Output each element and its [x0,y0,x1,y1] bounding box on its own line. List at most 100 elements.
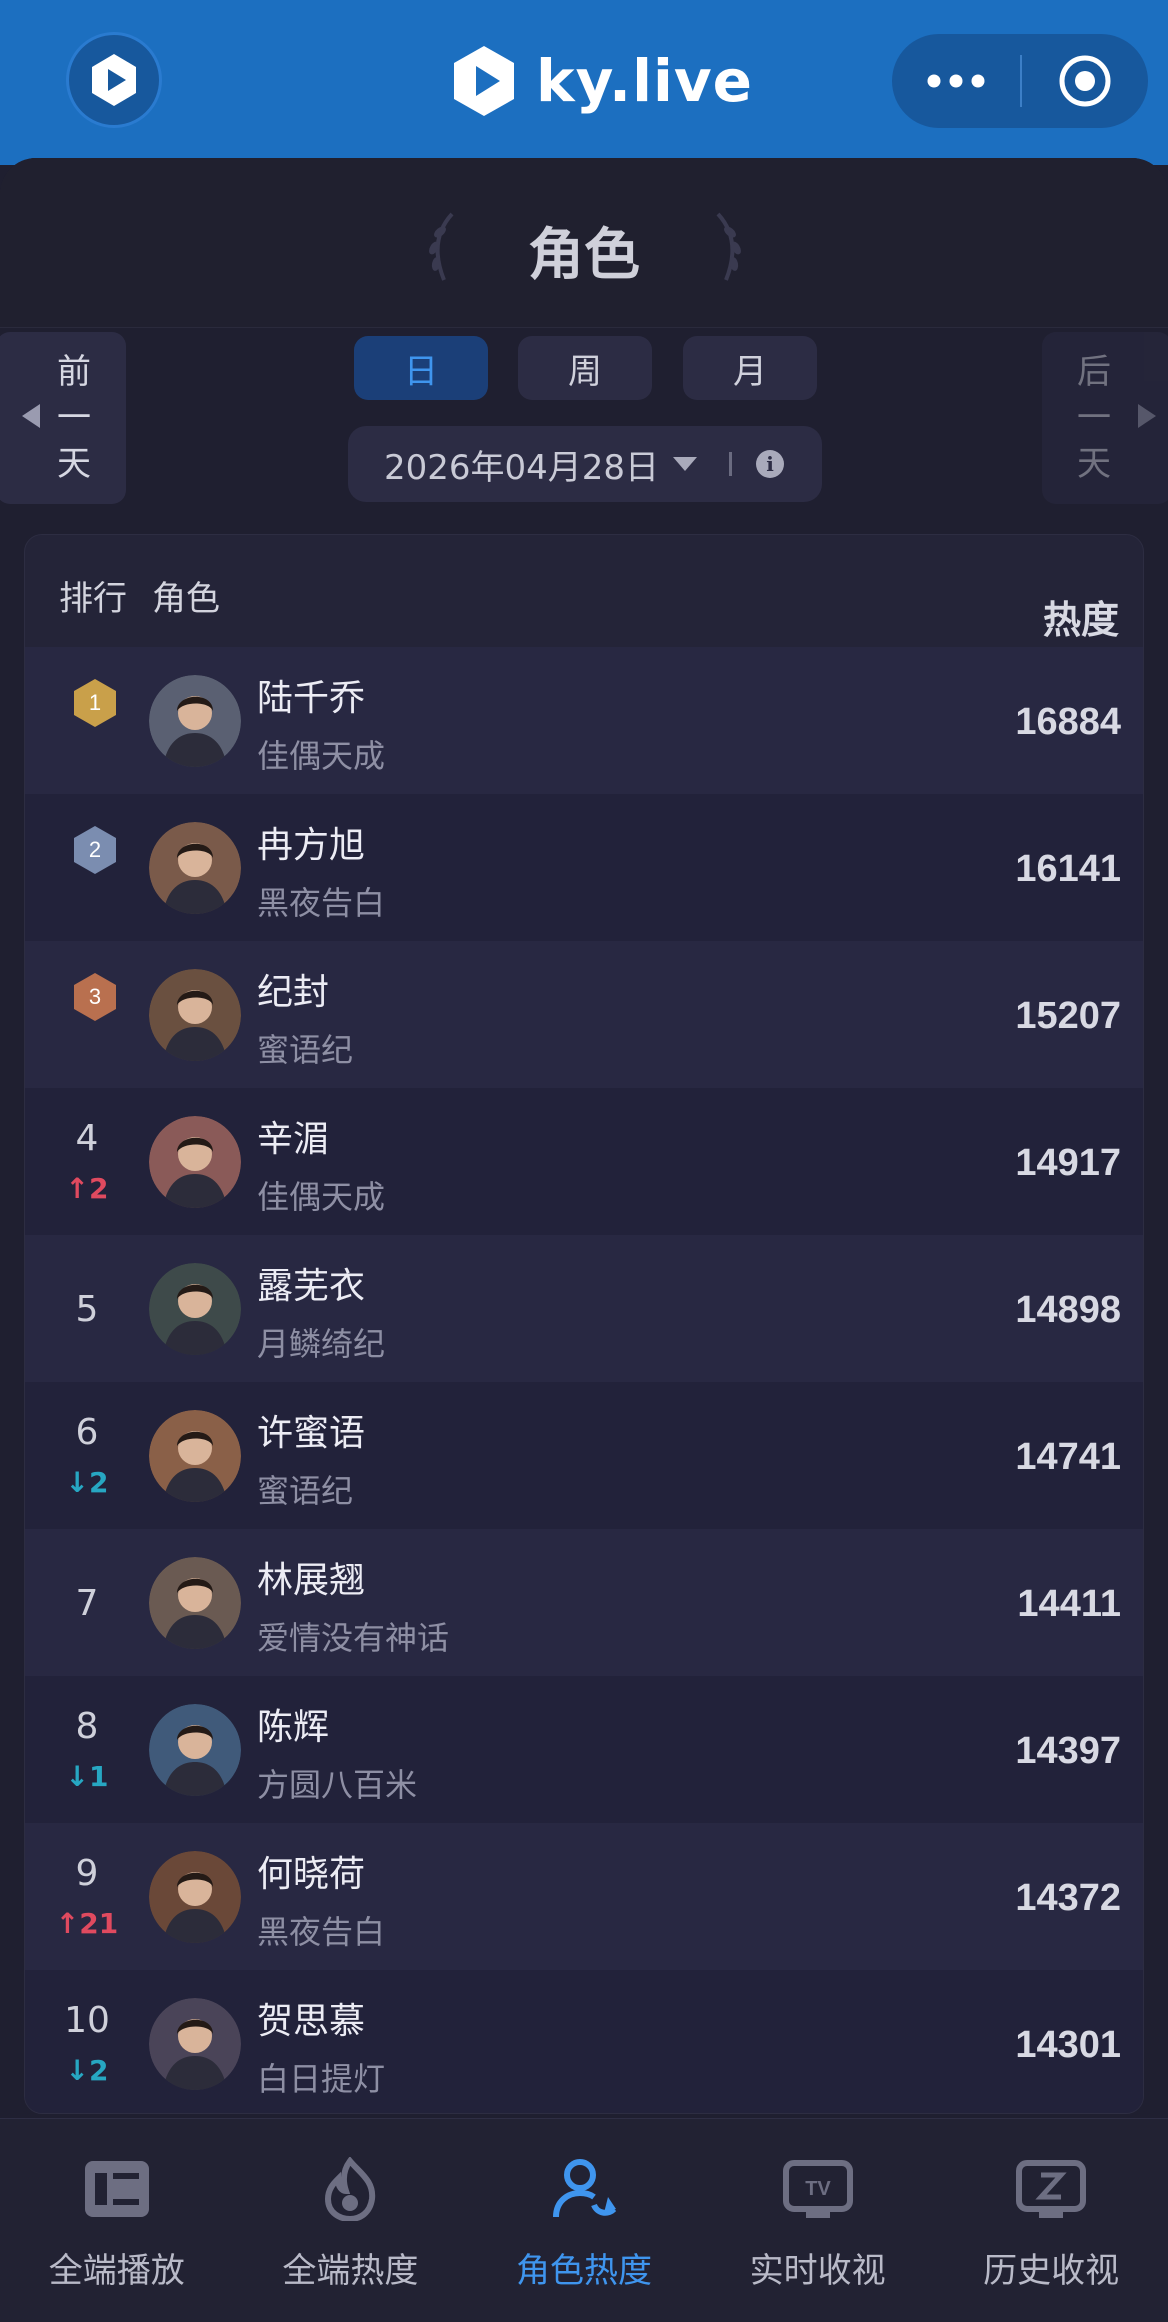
next-day-label: 后 一 天 [1074,349,1114,487]
prev-day-char: 天 [57,444,91,484]
drama-title: 佳偶天成 [257,737,386,775]
person-avatar-icon [149,822,241,914]
tab-day[interactable]: 日 [354,336,488,400]
person-refresh-icon [552,2159,617,2218]
brand-logo: ky.live [450,42,753,120]
avatar[interactable] [149,675,241,767]
rank-number: 10 [64,2000,110,2041]
table-row[interactable]: 7 林展翘 爱情没有神话 14411 [25,1529,1143,1676]
heat-value: 16141 [1015,848,1121,890]
ky-logo-icon [454,46,514,116]
drama-title: 月鳞绮纪 [257,1325,386,1363]
date-divider [729,452,733,476]
person-avatar-icon [149,1557,241,1649]
nav-label: 实时收视 [749,2251,886,2291]
drama-title: 方圆八百米 [257,1766,418,1804]
next-day-char: 天 [1077,444,1111,484]
app-home-button[interactable] [66,32,162,128]
avatar[interactable] [149,969,241,1061]
date-value: 2026年04月28日 [384,447,660,488]
play-stats-icon [84,2161,149,2217]
drama-title: 白日提灯 [257,2060,386,2098]
table-row[interactable]: 5 露芜衣 月鳞绮纪 14898 [25,1235,1143,1382]
rank-number: 4 [75,1118,99,1159]
next-day-char: 一 [1077,398,1111,438]
role-name: 纪封 [257,972,330,1013]
avatar[interactable] [149,1851,241,1943]
header-heat: 热度 [1042,600,1119,642]
history-tv-icon [1016,2160,1087,2218]
page-title: 角色 [528,223,640,288]
date-picker[interactable]: 2026年04月28日 i [348,426,822,502]
table-row[interactable]: 1 陆千乔 佳偶天成 16884 [25,647,1143,794]
rank-change-up: ↑2 [55,1172,119,1205]
person-avatar-icon [149,1116,241,1208]
close-button[interactable] [1022,34,1148,128]
arrow-down-icon: ↓ [65,1466,89,1499]
nav-history-rating[interactable]: 历史收视 [934,2119,1168,2322]
nav-realtime-rating[interactable]: TV 实时收视 [701,2119,935,2322]
role-name: 陈辉 [257,1707,330,1748]
nav-role-heat[interactable]: 角色热度 [467,2119,701,2322]
nav-label: 历史收视 [983,2251,1120,2291]
avatar[interactable] [149,1263,241,1355]
person-avatar-icon [149,1263,241,1355]
person-avatar-icon [149,675,241,767]
rank-change-value: 2 [88,1466,109,1499]
arrow-up-icon: ↑ [65,1172,89,1205]
drama-title: 蜜语纪 [257,1472,354,1510]
rank-change-down: ↓2 [55,2054,119,2087]
person-avatar-icon [149,969,241,1061]
table-row[interactable]: 6 ↓2 许蜜语 蜜语纪 14741 [25,1382,1143,1529]
header-role: 角色 [152,579,220,619]
person-avatar-icon [149,1704,241,1796]
arrow-down-icon: ↓ [65,1760,89,1793]
nav-all-play[interactable]: 全端播放 [0,2119,234,2322]
table-row[interactable]: 2 冉方旭 黑夜告白 16141 [25,794,1143,941]
nav-label: 全端播放 [48,2251,185,2291]
avatar[interactable] [149,1998,241,2090]
heat-value: 16884 [1015,701,1121,743]
next-day-button[interactable]: 后 一 天 [1042,332,1168,504]
role-name: 何晓荷 [257,1854,366,1895]
heat-value: 14372 [1015,1877,1121,1919]
avatar[interactable] [149,1410,241,1502]
rank-number: 8 [75,1706,99,1747]
rank-number: 9 [75,1853,99,1894]
mini-program-capsule [892,34,1148,128]
role-name: 露芜衣 [257,1266,366,1307]
person-avatar-icon [149,1998,241,2090]
more-button[interactable] [892,34,1020,128]
table-row[interactable]: 4 ↑2 辛湄 佳偶天成 14917 [25,1088,1143,1235]
ky-logo-icon [92,54,136,106]
avatar[interactable] [149,1557,241,1649]
tab-week[interactable]: 周 [518,336,652,400]
nav-all-heat[interactable]: 全端热度 [234,2119,468,2322]
svg-text:1: 1 [89,690,101,715]
bottom-nav: 全端播放 全端热度 角色热度 TV 实时收视 历史收视 [0,2118,1168,2322]
silver-medal-icon: 2 [74,826,116,874]
top-app-bar: ky.live [0,0,1168,165]
avatar[interactable] [149,822,241,914]
avatar[interactable] [149,1704,241,1796]
more-dots-icon [927,74,985,88]
table-row[interactable]: 10 ↓2 贺思慕白日提灯 14301 [25,1970,1143,2113]
left-arrow-icon [22,404,40,428]
role-name: 许蜜语 [257,1413,366,1454]
drama-title: 佳偶天成 [257,1178,386,1216]
table-row[interactable]: 9 ↑21 何晓荷 黑夜告白 14372 [25,1823,1143,1970]
right-arrow-icon [1138,404,1156,428]
avatar[interactable] [149,1116,241,1208]
tab-month[interactable]: 月 [683,336,817,400]
table-row[interactable]: 3 纪封 蜜语纪 15207 [25,941,1143,1088]
role-name: 辛湄 [257,1119,330,1160]
role-name: 贺思慕 [257,2001,366,2042]
drama-title: 蜜语纪 [257,1031,354,1069]
rank-change-down: ↓1 [55,1760,119,1793]
role-name: 冉方旭 [257,825,366,866]
rank-number: 5 [75,1289,99,1330]
info-icon[interactable]: i [756,450,785,478]
prev-day-button[interactable]: 前 一 天 [0,332,126,504]
table-row[interactable]: 8 ↓1 陈辉 方圆八百米 14397 [25,1676,1143,1823]
heat-value: 14301 [1015,2024,1121,2066]
